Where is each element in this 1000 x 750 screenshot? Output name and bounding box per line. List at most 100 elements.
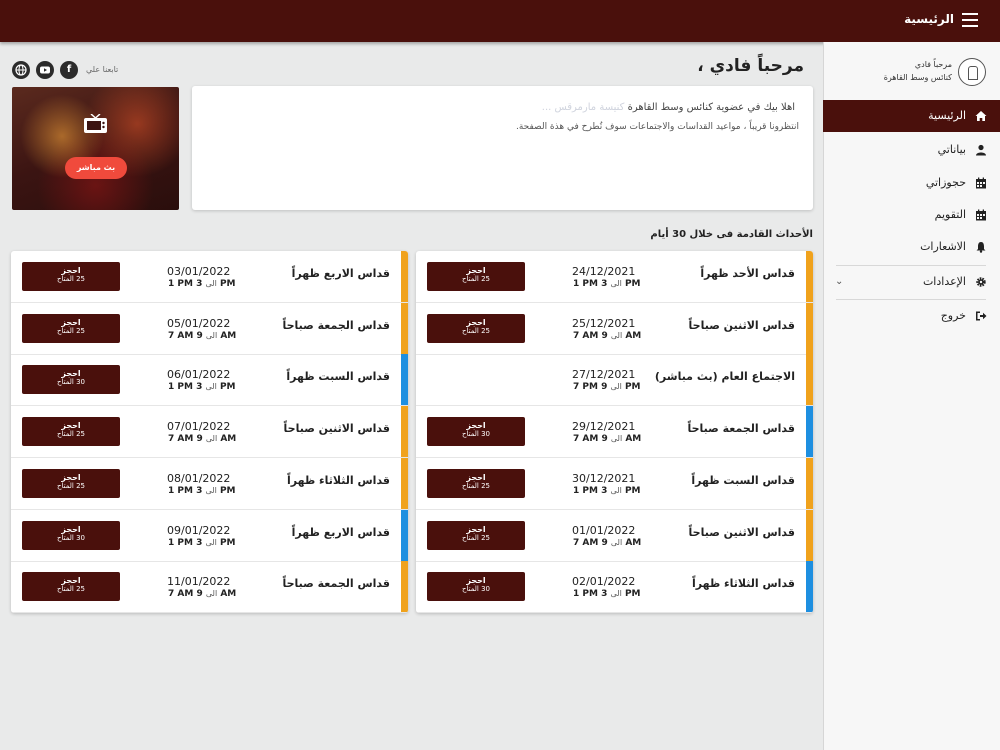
book-button[interactable]: احجز 25 المتاح — [22, 417, 120, 447]
event-row: قداس الاربع ظهراً 03/01/2022 1 PM الى 3 PM… — [11, 251, 408, 303]
book-button[interactable]: احجز 25 المتاح — [22, 262, 120, 291]
event-date: 11/01/2022 — [167, 575, 231, 589]
book-button[interactable]: احجز 30 المتاح — [427, 572, 525, 602]
event-title: قداس السبت ظهراً — [691, 473, 795, 487]
book-button-label: احجز — [466, 472, 486, 482]
event-time-sep: الى — [610, 382, 622, 392]
event-time: 7 AM الى 9 AM — [168, 331, 236, 341]
book-button[interactable]: احجز 30 المتاح — [22, 520, 120, 550]
event-title: قداس الاربع ظهراً — [291, 525, 390, 539]
globe-icon[interactable] — [12, 61, 30, 79]
event-end: 9 AM — [196, 589, 237, 600]
calendar-icon — [976, 209, 986, 221]
event-time-sep: الى — [205, 589, 218, 599]
sidebar-item-calendar[interactable]: التقويم — [823, 199, 1000, 231]
book-button-label: احجز — [466, 576, 486, 586]
event-type-stripe — [401, 354, 408, 406]
event-type-stripe — [401, 561, 408, 613]
event-end: 9 AM — [196, 434, 237, 445]
book-button[interactable]: احجز 25 المتاح — [427, 468, 525, 498]
book-button[interactable]: احجز 25 المتاح — [22, 468, 120, 498]
event-row: قداس الاربع ظهراً 09/01/2022 1 PM الى 3 PM… — [11, 509, 408, 562]
book-button[interactable]: احجز 25 المتاح — [22, 572, 120, 602]
event-date: 30/12/2021 — [572, 471, 636, 485]
hamburger-icon[interactable] — [962, 13, 978, 27]
book-button[interactable]: احجز 25 المتاح — [427, 313, 525, 343]
event-time-sep: الى — [205, 279, 217, 288]
event-row: قداس السبت ظهراً 06/01/2022 1 PM الى 3 PM ا… — [11, 354, 408, 407]
event-start: 7 AM — [168, 330, 194, 341]
available-seats: 25 المتاح — [461, 481, 491, 490]
event-type-stripe — [401, 302, 408, 354]
event-start: 7 AM — [573, 434, 599, 445]
event-date: 01/01/2022 — [572, 523, 636, 537]
sidebar: مرحباً فادي كنائس وسط القاهرة الرئيسية ب… — [823, 42, 1000, 750]
event-time-sep: الى — [610, 279, 622, 288]
event-time: 1 PM الى 3 PM — [573, 486, 641, 496]
book-button-label: احجز — [466, 524, 486, 534]
event-start: 7 AM — [168, 434, 194, 445]
sidebar-item-notifications[interactable]: الاشعارات — [823, 231, 1000, 263]
event-time-sep: الى — [610, 330, 623, 340]
event-time-sep: الى — [205, 485, 217, 495]
available-seats: 30 المتاح — [56, 533, 86, 542]
event-type-stripe — [401, 406, 408, 458]
sidebar-item-label: الاشعارات — [920, 240, 966, 253]
youtube-icon[interactable] — [36, 61, 54, 79]
event-date: 05/01/2022 — [167, 316, 231, 330]
book-button-label: احجز — [61, 369, 81, 379]
church-logo — [958, 58, 986, 86]
event-title: قداس الأحد ظهراً — [700, 267, 795, 280]
event-row: قداس الأحد ظهراً 24/12/2021 1 PM الى 3 PM ا… — [416, 251, 813, 303]
sidebar-item-profile[interactable]: بياناتي — [823, 134, 1000, 166]
event-row: قداس الثلاثاء ظهراً 02/01/2022 1 PM الى 3 … — [416, 561, 813, 613]
welcome-message: اهلا بيك في عضوية كنائس وسط القاهرة كنيس… — [542, 102, 795, 113]
book-button[interactable]: احجز 30 المتاح — [427, 417, 525, 447]
sidebar-item-label: حجوزاتي — [925, 176, 966, 189]
book-button[interactable]: احجز 25 المتاح — [427, 520, 525, 550]
home-icon — [975, 111, 987, 121]
live-stream-card[interactable]: بث مباشر — [12, 87, 179, 210]
event-start: 1 PM — [168, 537, 193, 548]
event-row: قداس الجمعة صباحاً 11/01/2022 7 AM الى 9 A… — [11, 561, 408, 613]
book-button-label: احجز — [61, 421, 81, 431]
available-seats: 25 المتاح — [461, 326, 491, 335]
event-time: 1 PM الى 3 PM — [168, 382, 236, 392]
event-type-stripe — [401, 457, 408, 509]
event-title: قداس الجمعة صباحاً — [687, 422, 795, 436]
event-time: 7 AM الى 9 AM — [168, 589, 236, 599]
sidebar-item-home[interactable]: الرئيسية — [823, 100, 1000, 132]
book-button[interactable]: احجز 25 المتاح — [22, 313, 120, 343]
available-seats: 25 المتاح — [56, 481, 86, 490]
event-start: 1 PM — [168, 382, 193, 393]
available-seats: 25 المتاح — [461, 275, 491, 283]
sidebar-item-settings[interactable]: الإعدادات ⌄ — [823, 266, 1000, 298]
event-title: قداس الثلاثاء ظهراً — [286, 473, 390, 487]
gear-icon — [976, 277, 986, 287]
event-type-stripe — [806, 561, 813, 613]
top-bar: الرئيسية — [0, 0, 1000, 42]
sidebar-item-logout[interactable]: خروج — [823, 300, 1000, 332]
event-time: 1 PM الى 3 PM — [168, 486, 236, 496]
event-time-sep: الى — [610, 434, 623, 444]
facebook-icon[interactable]: f — [60, 61, 78, 79]
book-button[interactable]: احجز 30 المتاح — [22, 365, 120, 395]
event-time-sep: الى — [205, 330, 218, 340]
event-row: قداس الاثنين صباحاً 01/01/2022 7 AM الى 9 … — [416, 509, 813, 562]
event-date: 08/01/2022 — [167, 471, 231, 485]
event-title: الاجتماع العام (بث مباشر) — [654, 370, 795, 384]
event-title: قداس السبت ظهراً — [286, 370, 390, 384]
sidebar-item-label: الرئيسية — [928, 109, 966, 122]
event-type-stripe — [806, 251, 813, 302]
book-button-label: احجز — [466, 266, 486, 275]
live-stream-button[interactable]: بث مباشر — [65, 157, 127, 179]
sidebar-item-bookings[interactable]: حجوزاتي — [823, 167, 1000, 199]
book-button-label: احجز — [61, 266, 81, 275]
events-column-right: قداس الأحد ظهراً 24/12/2021 1 PM الى 3 PM ا… — [416, 251, 813, 613]
book-button[interactable]: احجز 25 المتاح — [427, 262, 525, 291]
welcome-message-sub: انتظرونا قريباً ، مواعيد القداسات والاجت… — [515, 122, 799, 132]
event-title: قداس الجمعة صباحاً — [282, 318, 390, 332]
event-type-stripe — [806, 509, 813, 561]
available-seats: 30 المتاح — [461, 585, 491, 594]
event-type-stripe — [806, 406, 813, 458]
